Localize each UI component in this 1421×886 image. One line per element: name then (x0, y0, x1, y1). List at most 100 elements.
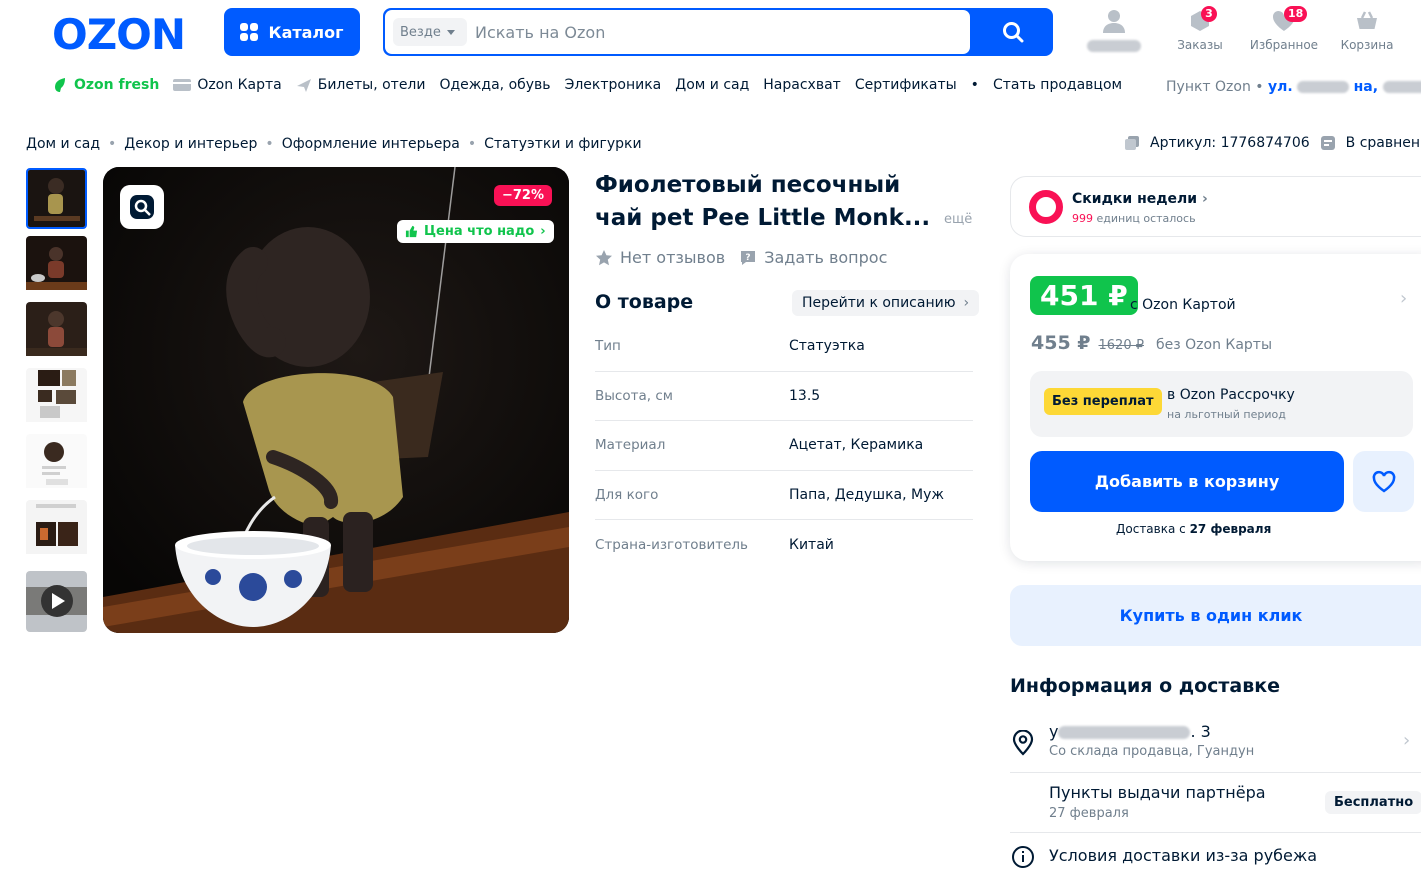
address-redacted (1058, 726, 1191, 739)
favorites-badge: 18 (1284, 6, 1308, 22)
breadcrumb-item[interactable]: Дом и сад (26, 136, 100, 152)
heart-outline-icon (1372, 470, 1395, 492)
search-scope-label: Везде (400, 24, 441, 40)
spec-value[interactable]: Папа, Дедушка, Муж (789, 487, 944, 503)
delivery-address: у (1049, 722, 1059, 741)
pickup-point[interactable]: Пункт Ozon • ул. на, (1166, 79, 1421, 95)
spec-value[interactable]: Ацетат, Керамика (789, 437, 923, 453)
profile-button[interactable] (1078, 8, 1150, 52)
installment-sub: на льготный период (1167, 408, 1286, 421)
user-icon (1101, 8, 1127, 34)
add-to-favorites-button[interactable] (1353, 451, 1414, 512)
product-main-image[interactable]: −72% Цена что надо › (103, 167, 569, 633)
chevron-right-icon: › (1403, 730, 1411, 751)
spec-key: Тип (595, 338, 621, 355)
weekly-left-label: единиц осталось (1096, 212, 1196, 225)
nav-certificates[interactable]: Сертификаты (855, 77, 957, 93)
good-price-badge[interactable]: Цена что надо › (397, 220, 554, 243)
price-card: 451 ₽ с Ozon Картой › 455 ₽ 1620 ₽ без O… (1010, 254, 1421, 561)
orders-button[interactable]: 3 Заказы (1164, 6, 1236, 52)
profile-name-redacted (1087, 39, 1141, 52)
pickup-redacted (1382, 81, 1421, 93)
weekly-deals-banner[interactable]: Скидки недели › 999 единиц осталось (1010, 176, 1421, 237)
nav-clothes[interactable]: Одежда, обувь (439, 77, 550, 93)
good-price-label: Цена что надо (424, 224, 535, 239)
breadcrumb: Дом и сад • Декор и интерьер • Оформление … (26, 136, 642, 152)
leaf-icon (55, 78, 65, 92)
cart-label: Корзина (1340, 38, 1394, 52)
old-price: 1620 ₽ (1098, 338, 1145, 353)
no-card-label: без Ozon Карты (1156, 337, 1273, 353)
gallery-thumb[interactable] (26, 500, 87, 561)
spec-key: Для кого (595, 486, 659, 503)
spec-row: Высота, см 13.5 (595, 372, 973, 421)
delivery-address-end: . 3 (1190, 722, 1211, 741)
search-input[interactable] (475, 20, 955, 44)
abroad-conditions-row[interactable]: Условия доставки из-за рубежа (1010, 842, 1421, 872)
nav-label: Билеты, отели (317, 77, 426, 93)
plane-icon (296, 79, 311, 92)
nav-electronics[interactable]: Электроника (565, 77, 662, 93)
installment-banner[interactable]: Без переплат в Ozon Рассрочку на льготны… (1030, 371, 1413, 437)
photo-search-button[interactable] (120, 185, 164, 229)
breadcrumb-item[interactable]: Декор и интерьер (124, 136, 257, 152)
cart-button[interactable]: Корзина (1331, 8, 1403, 52)
star-icon (596, 249, 612, 265)
copy-icon[interactable] (1124, 135, 1140, 151)
compare-icon (1320, 136, 1335, 150)
catalog-label: Каталог (268, 22, 344, 42)
partner-points-row[interactable]: Пункты выдачи партнёра 27 февраля Беспла… (1010, 775, 1421, 833)
orders-label: Заказы (1177, 38, 1223, 52)
ozon-logo[interactable]: OZON (52, 10, 186, 59)
installment-title: в Ozon Рассрочку (1167, 387, 1295, 403)
breadcrumb-item[interactable]: Статуэтки и фигурки (484, 136, 642, 152)
search-scope-select[interactable]: Везде (393, 18, 467, 46)
spec-key: Материал (595, 437, 666, 454)
gallery-thumb[interactable] (26, 434, 87, 495)
heart-icon: 18 (1271, 6, 1308, 34)
spec-value[interactable]: Статуэтка (789, 338, 865, 354)
weekly-deals-title: Скидки недели (1072, 191, 1198, 207)
gallery-video-thumb[interactable] (26, 571, 87, 632)
gallery-thumb[interactable] (26, 236, 87, 297)
no-reviews-link[interactable]: Нет отзывов (595, 248, 725, 267)
nav-ozon-fresh[interactable]: Ozon fresh (52, 77, 159, 93)
chevron-down-icon (446, 29, 455, 35)
gallery-thumb[interactable] (26, 368, 87, 429)
spec-value: 13.5 (789, 387, 821, 404)
nav-become-seller[interactable]: Стать продавцом (993, 77, 1122, 93)
chevron-right-icon: › (540, 224, 546, 239)
delivery-address-row[interactable]: у . 3 Со склада продавца, Гуандун › (1010, 718, 1421, 773)
title-more-link[interactable]: ещё (944, 212, 972, 227)
go-to-description-label: Перейти к описанию (802, 295, 956, 311)
favorites-button[interactable]: 18 Избранное (1248, 6, 1320, 52)
weekly-count: 999 (1072, 212, 1093, 225)
add-to-cart-button[interactable]: Добавить в корзину (1030, 451, 1344, 512)
nav-hot[interactable]: Нарасхват (763, 77, 841, 93)
spec-row: Страна-изготовитель Китай (595, 520, 973, 570)
gallery-thumb[interactable] (26, 168, 87, 229)
regular-price: 455 ₽ (1031, 332, 1091, 354)
go-to-description-button[interactable]: Перейти к описанию › (792, 290, 980, 316)
gallery-thumb[interactable] (26, 302, 87, 363)
compare-link[interactable]: В сравнение (1346, 135, 1421, 151)
nav-tickets[interactable]: Билеты, отели (296, 77, 426, 93)
info-icon (1012, 846, 1034, 868)
nav-ozon-card[interactable]: Ozon Карта (173, 77, 282, 93)
question-bubble-icon: ? (741, 250, 756, 265)
nav-label: Ozon fresh (74, 77, 160, 93)
nav-home-garden[interactable]: Дом и сад (675, 77, 749, 93)
abroad-conditions-label: Условия доставки из-за рубежа (1049, 846, 1318, 865)
breadcrumb-item[interactable]: Оформление интерьера (282, 136, 460, 152)
buy-one-click-button[interactable]: Купить в один клик (1010, 585, 1421, 646)
specs-table: Тип Статуэтка Высота, см 13.5 Материал Ацет… (595, 322, 973, 570)
partner-date: 27 февраля (1049, 806, 1129, 821)
favorites-label: Избранное (1249, 38, 1319, 52)
basket-icon (1354, 8, 1380, 34)
spec-value[interactable]: Китай (789, 537, 834, 553)
delivery-date: 27 февраля (1189, 522, 1272, 536)
chevron-right-icon[interactable]: › (1400, 288, 1407, 309)
ask-question-link[interactable]: ? Задать вопрос (739, 248, 887, 267)
catalog-button[interactable]: Каталог (224, 8, 360, 56)
search-button[interactable] (973, 8, 1053, 56)
